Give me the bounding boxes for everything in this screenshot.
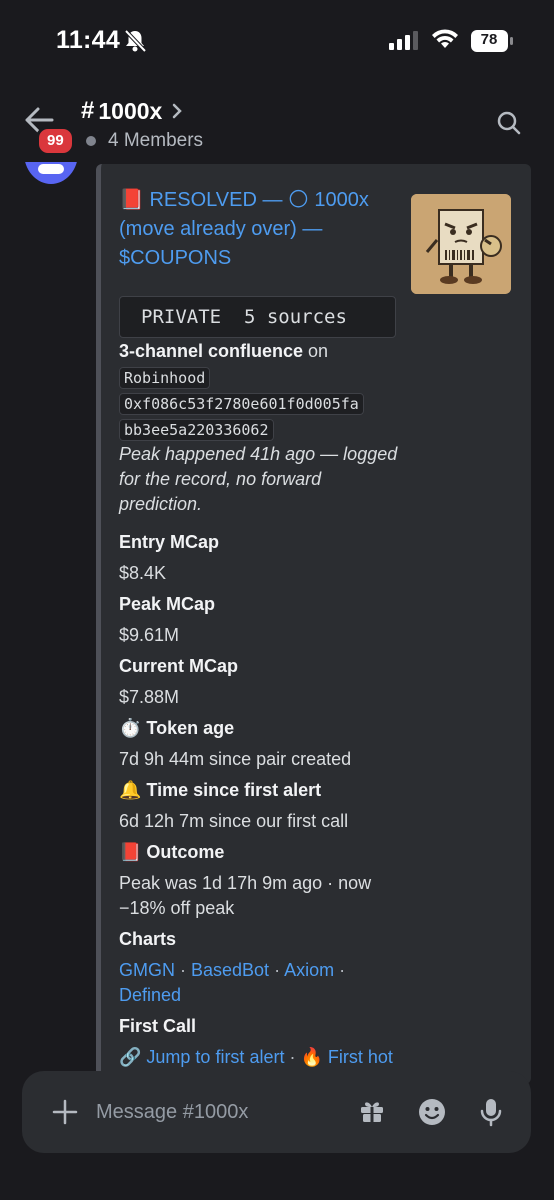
- battery-level: 78: [480, 31, 498, 48]
- plus-icon[interactable]: [52, 1099, 78, 1125]
- chevron-right-icon: [173, 103, 183, 119]
- cellular-signal-icon: [389, 31, 418, 50]
- search-icon[interactable]: [496, 110, 522, 136]
- field-value: Peak was 1d 17h 9m ago · now −18% off pe…: [119, 873, 372, 918]
- field-value: 6d 12h 7m since our first call: [119, 811, 349, 831]
- sources-code-block: PRIVATE 5 sources: [119, 296, 396, 338]
- book-icon: 📕: [119, 189, 144, 211]
- link-jump-first-alert[interactable]: 🔗 Jump to first alert: [119, 1047, 284, 1067]
- member-count[interactable]: 4 Members: [86, 130, 203, 152]
- embed-description: 3-channel confluence on Robinhood 0xf086…: [119, 339, 409, 1084]
- status-time: 11:44: [56, 26, 121, 54]
- field-current-mcap: Current MCap $7.88M: [119, 654, 409, 710]
- field-name: Entry MCap: [119, 532, 220, 552]
- field-token-age: ⏱️ Token age 7d 9h 44m since pair create…: [119, 716, 409, 772]
- status-bar: 11:44 78: [0, 0, 554, 82]
- chain-name: Robinhood: [119, 367, 211, 389]
- wifi-icon: [432, 29, 458, 48]
- message-embed: 📕 RESOLVED — 🌕 1000x (move already over)…: [96, 164, 531, 1084]
- link-basedbot[interactable]: BasedBot: [191, 960, 269, 980]
- embed-title[interactable]: 📕 RESOLVED — 🌕 1000x (move already over)…: [119, 186, 399, 273]
- gift-icon[interactable]: [359, 1098, 385, 1124]
- confluence-on: on: [303, 341, 329, 361]
- embed-fields: Entry MCap $8.4K Peak MCap $9.61M Curren…: [119, 530, 409, 1084]
- charts-label: Charts: [119, 929, 177, 949]
- hash-icon: #: [81, 97, 95, 124]
- field-outcome: 📕 Outcome Peak was 1d 17h 9m ago · now −…: [119, 840, 409, 921]
- link-gmgn[interactable]: GMGN: [119, 960, 175, 980]
- field-name: 📕 Outcome: [119, 842, 225, 862]
- field-value: $9.61M: [119, 625, 180, 645]
- coupon-mascot-image: [411, 194, 511, 294]
- field-value: $8.4K: [119, 563, 167, 583]
- message-composer: [22, 1071, 531, 1153]
- first-call-label: First Call: [119, 1016, 197, 1036]
- bell-off-icon: [124, 29, 147, 53]
- channel-name: 1000x: [98, 97, 163, 124]
- peak-note: Peak happened 41h ago — logged for the r…: [119, 444, 398, 514]
- field-entry-mcap: Entry MCap $8.4K: [119, 530, 409, 586]
- field-name: 🔔 Time since first alert: [119, 780, 322, 800]
- contract-address-1[interactable]: 0xf086c53f2780e601f0d005fa: [119, 393, 364, 415]
- field-peak-mcap: Peak MCap $9.61M: [119, 592, 409, 648]
- confluence-label: 3-channel confluence: [119, 341, 304, 361]
- unread-badge: 99: [36, 126, 75, 156]
- embed-title-text: RESOLVED — 🌕 1000x (move already over) —…: [119, 189, 369, 269]
- field-name: Peak MCap: [119, 594, 216, 614]
- status-dot: [86, 136, 96, 146]
- field-value: 7d 9h 44m since pair created: [119, 749, 352, 769]
- contract-address-2[interactable]: bb3ee5a220336062: [119, 419, 274, 441]
- field-name: ⏱️ Token age: [119, 718, 235, 738]
- members-label: 4 Members: [108, 130, 204, 151]
- field-name: Current MCap: [119, 656, 239, 676]
- channel-header: 99 # 1000x 4 Members: [0, 82, 554, 162]
- field-charts: Charts GMGN · BasedBot · Axiom · Defined: [119, 927, 409, 1008]
- message-input[interactable]: [96, 1096, 336, 1128]
- link-defined[interactable]: Defined: [119, 985, 181, 1005]
- emoji-icon[interactable]: [418, 1098, 446, 1126]
- token-thumbnail[interactable]: [411, 194, 511, 294]
- channel-title[interactable]: # 1000x: [81, 97, 183, 125]
- microphone-icon[interactable]: [480, 1097, 502, 1127]
- field-time-since-alert: 🔔 Time since first alert 6d 12h 7m since…: [119, 778, 409, 834]
- field-value: $7.88M: [119, 687, 180, 707]
- link-axiom[interactable]: Axiom: [284, 960, 334, 980]
